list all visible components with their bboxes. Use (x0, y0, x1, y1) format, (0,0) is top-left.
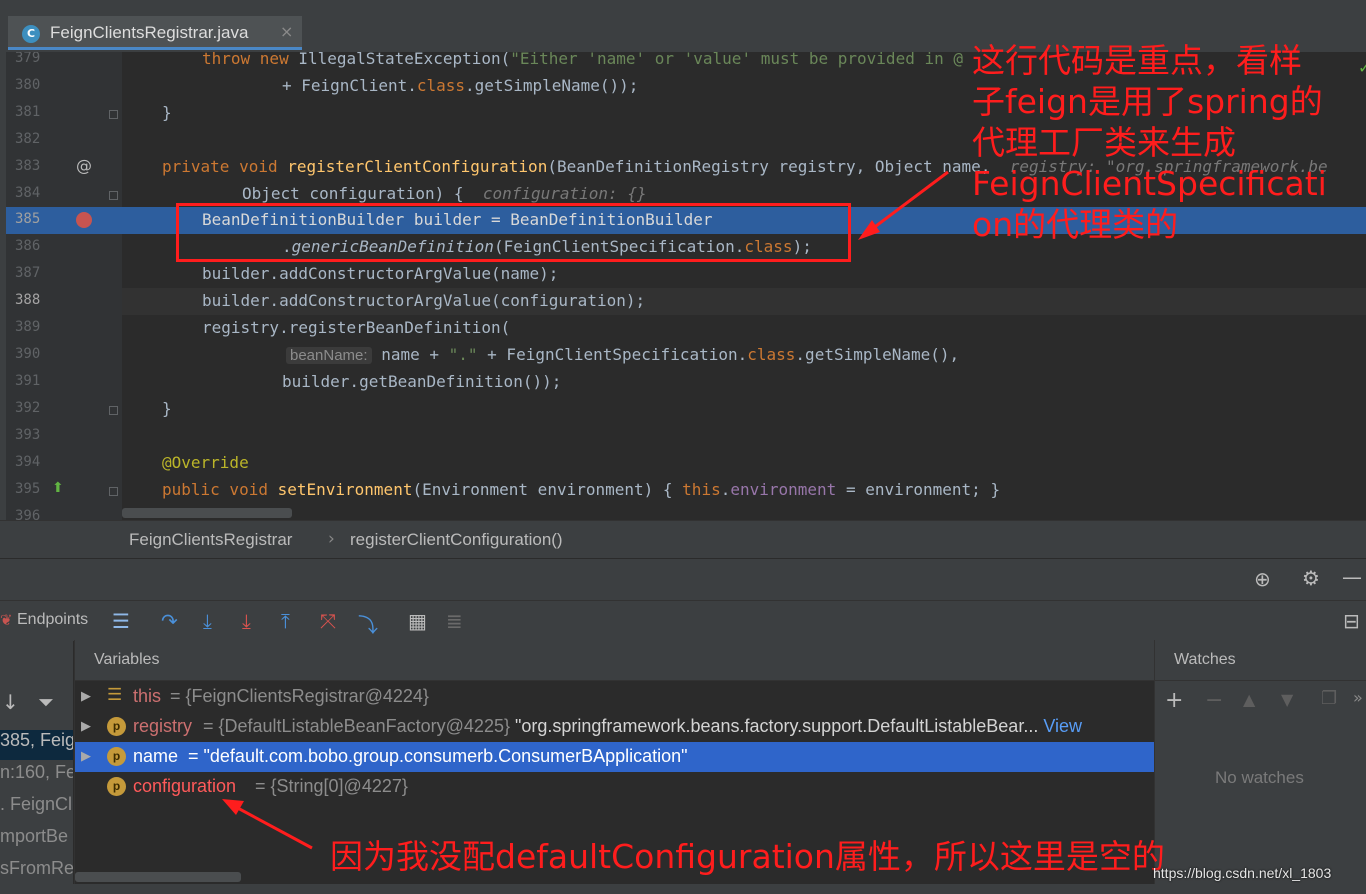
annotation-arrow-top (858, 170, 949, 240)
watermark: https://blog.csdn.net/xl_1803 (1153, 865, 1332, 881)
annotation-arrows (222, 170, 949, 850)
annotation-arrow-bottom (222, 799, 313, 850)
